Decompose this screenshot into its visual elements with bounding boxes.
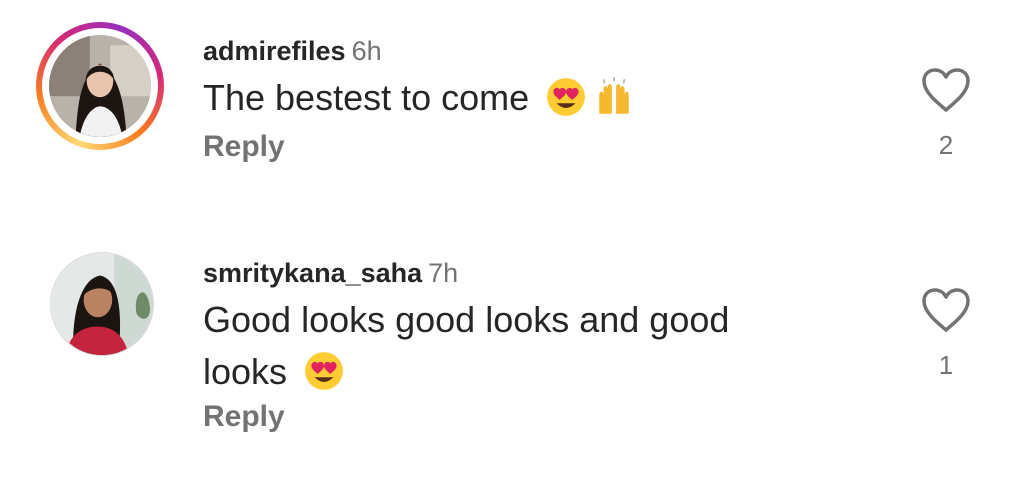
comment-text-content: The bestest to come bbox=[203, 77, 530, 118]
avatar[interactable] bbox=[50, 252, 154, 356]
reply-button[interactable]: Reply bbox=[203, 130, 893, 164]
like-column: 2 bbox=[916, 66, 976, 160]
like-column: 1 bbox=[916, 286, 976, 380]
comment-text: Good looks good looks and good looks bbox=[203, 294, 813, 398]
heart-icon[interactable] bbox=[920, 286, 972, 334]
reply-button[interactable]: Reply bbox=[203, 400, 893, 434]
comment-body: smritykana_saha 7h Good looks good looks … bbox=[203, 248, 893, 434]
like-count: 2 bbox=[938, 130, 954, 160]
raising-hands-emoji-icon bbox=[593, 76, 635, 118]
comment-item: smritykana_saha 7h Good looks good looks … bbox=[0, 248, 1024, 468]
timestamp: 6h bbox=[351, 36, 382, 66]
avatar-with-story-ring[interactable] bbox=[36, 22, 164, 150]
timestamp: 7h bbox=[428, 258, 459, 288]
comment-item: admirefiles 6h The bestest to come Reply bbox=[0, 22, 1024, 202]
comment-body: admirefiles 6h The bestest to come Reply bbox=[203, 22, 893, 164]
heart-eyes-emoji-icon bbox=[303, 350, 345, 392]
avatar-wrap[interactable] bbox=[50, 252, 154, 356]
comment-meta: smritykana_saha 7h bbox=[203, 256, 893, 290]
comment-text-content: Good looks good looks and good looks bbox=[203, 299, 730, 392]
avatar[interactable] bbox=[49, 35, 151, 137]
heart-eyes-emoji-icon bbox=[545, 76, 587, 118]
comment-meta: admirefiles 6h bbox=[203, 34, 893, 68]
username[interactable]: admirefiles bbox=[203, 36, 346, 66]
username[interactable]: smritykana_saha bbox=[203, 258, 422, 288]
like-count: 1 bbox=[938, 350, 954, 380]
heart-icon[interactable] bbox=[920, 66, 972, 114]
comment-text: The bestest to come bbox=[203, 72, 823, 124]
